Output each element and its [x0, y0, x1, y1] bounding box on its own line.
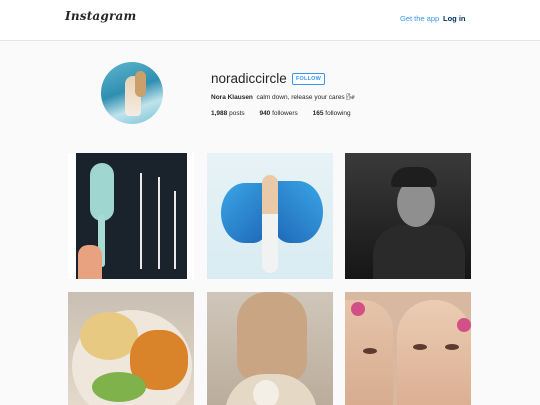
following-stat[interactable]: 165 following	[313, 110, 351, 117]
post-image-cap	[391, 167, 437, 187]
posts-count: 1,988	[211, 110, 228, 117]
profile-full-name: Nora Klausen	[211, 94, 253, 101]
post-image-tool	[174, 191, 176, 269]
instagram-logo[interactable]: Instagram	[65, 9, 136, 23]
post-image-tool	[158, 177, 160, 269]
profile-avatar[interactable]	[101, 62, 163, 124]
post-thumbnail-2[interactable]	[207, 153, 333, 279]
post-image-curler	[351, 302, 365, 316]
profile-bio-text: calm down, release your cares 🌬	[256, 94, 355, 101]
followers-label: followers	[272, 110, 298, 117]
posts-label: posts	[229, 110, 245, 117]
posts-stat: 1,988 posts	[211, 110, 245, 117]
post-image-eye	[413, 344, 427, 350]
follow-button[interactable]: FOLLOW	[292, 73, 325, 85]
profile-username: noradiccircle	[211, 71, 287, 86]
log-in-link[interactable]: Log in	[443, 14, 466, 23]
post-image-tool	[140, 173, 142, 269]
following-count: 165	[312, 110, 324, 117]
post-image-eye	[363, 348, 377, 354]
post-thumbnail-5[interactable]	[207, 292, 333, 405]
post-image-eye	[445, 344, 459, 350]
followers-stat[interactable]: 940 followers	[259, 110, 297, 117]
post-image-person	[237, 292, 307, 382]
post-image-torso	[373, 225, 465, 279]
followers-count: 940	[259, 110, 271, 117]
post-thumbnail-4[interactable]	[68, 292, 194, 405]
post-image-face	[397, 300, 471, 405]
post-image-curler	[457, 318, 471, 332]
post-image-wing	[273, 181, 323, 243]
post-image-figure	[262, 175, 278, 273]
get-the-app-link[interactable]: Get the app	[400, 14, 439, 23]
post-image-hand	[78, 245, 102, 279]
post-thumbnail-6[interactable]	[345, 292, 471, 405]
top-nav-bar: Instagram Get the app Log in	[0, 0, 540, 41]
profile-stats: 1,988 posts 940 followers 165 following	[211, 110, 364, 117]
following-label: following	[325, 110, 351, 117]
profile-bio: Nora Klausen calm down, release your car…	[211, 93, 355, 101]
post-image-lettuce	[92, 372, 146, 402]
post-thumbnail-1[interactable]	[68, 153, 194, 279]
avatar-hair	[135, 71, 146, 97]
post-thumbnail-3[interactable]	[345, 153, 471, 279]
post-image-dog	[253, 380, 279, 405]
post-image-brush	[90, 163, 114, 221]
